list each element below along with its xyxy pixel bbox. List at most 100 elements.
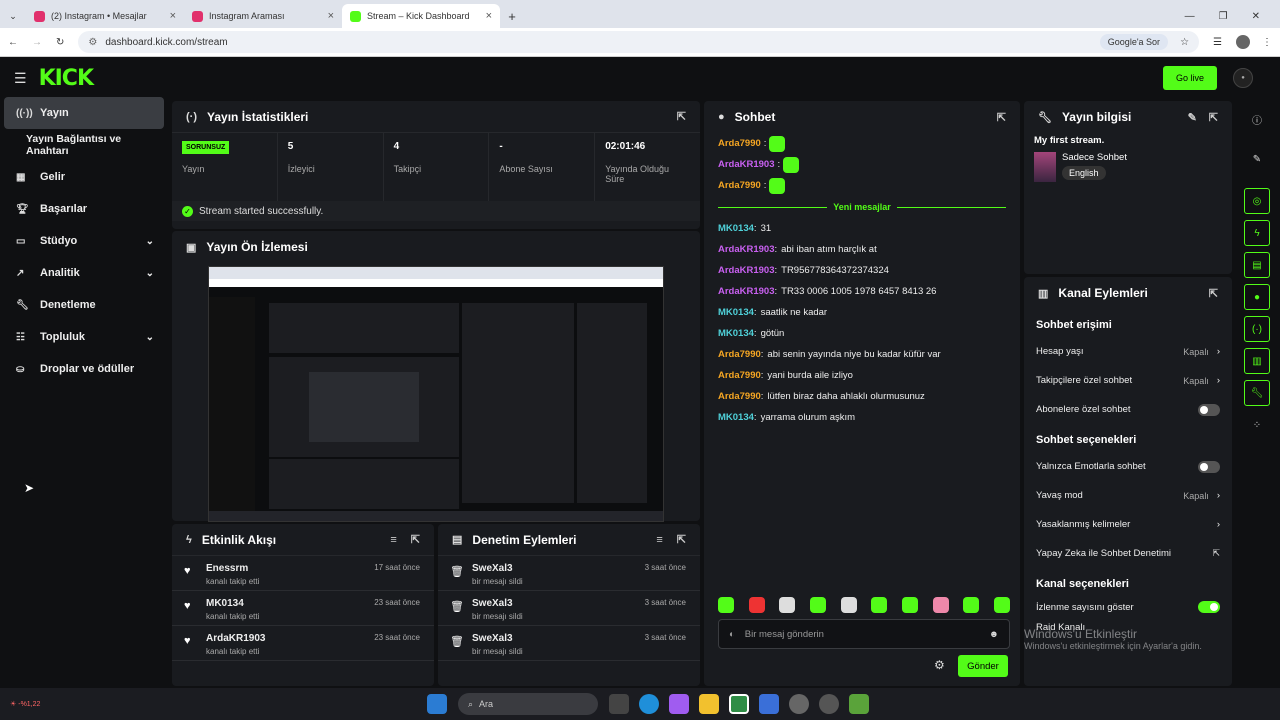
popout-icon[interactable]: ⇱ <box>1209 287 1218 300</box>
emote-icon[interactable] <box>963 597 980 613</box>
emote-icon[interactable] <box>718 597 734 613</box>
camera-icon[interactable]: ◎ <box>1244 188 1270 214</box>
followers-only-setting[interactable]: Takipçilere özel sohbet Kapalı › <box>1024 366 1232 395</box>
chat-username[interactable]: Arda7990 <box>718 370 761 381</box>
minimize-icon[interactable]: — <box>1185 11 1195 22</box>
banned-words-setting[interactable]: Yasaklanmış kelimeler › <box>1024 510 1232 539</box>
emote-icon[interactable] <box>809 597 826 613</box>
tab-menu-icon[interactable]: ⌄ <box>0 4 26 28</box>
browser-tab-kick-dashboard[interactable]: Stream – Kick Dashboard × <box>342 4 500 28</box>
account-age-setting[interactable]: Hesap yaşı Kapalı › <box>1024 337 1232 366</box>
emote-icon[interactable] <box>932 597 949 613</box>
sidebar-item-denetleme[interactable]: 🔧︎ Denetleme <box>0 289 170 321</box>
ai-moderation-setting[interactable]: Yapay Zeka ile Sohbet Denetimi ⇱ <box>1024 539 1232 568</box>
new-tab-icon[interactable]: + <box>500 4 524 28</box>
viewer-count-toggle[interactable] <box>1198 601 1220 613</box>
browser-tab-instagram-messages[interactable]: (2) Instagram • Mesajlar × <box>26 4 184 28</box>
emote-icon[interactable] <box>840 597 857 613</box>
close-icon[interactable]: × <box>486 10 492 22</box>
user-avatar[interactable]: ● <box>1233 68 1253 88</box>
stream-icon[interactable]: (·) <box>1244 316 1270 342</box>
browser-tab-instagram-search[interactable]: Instagram Araması × <box>184 4 342 28</box>
popout-icon[interactable]: ⇱ <box>1209 111 1218 124</box>
popout-icon[interactable]: ⇱ <box>677 110 686 123</box>
file-explorer-icon[interactable] <box>699 694 719 714</box>
close-icon[interactable]: × <box>328 10 334 22</box>
emotes-only-toggle[interactable] <box>1198 460 1220 473</box>
taskbar-search[interactable]: ⌕ Ara <box>458 693 598 715</box>
chat-username[interactable]: MK0134 <box>718 328 754 339</box>
stream-preview-video[interactable] <box>208 266 664 522</box>
back-icon[interactable]: ← <box>8 37 18 48</box>
emote-icon[interactable] <box>871 597 888 613</box>
chat-username[interactable]: Arda7990 <box>718 391 761 402</box>
wrench-icon[interactable]: 🔧︎ <box>1244 380 1270 406</box>
popout-icon[interactable]: ⇱ <box>997 111 1006 124</box>
copilot-icon[interactable] <box>669 694 689 714</box>
kick-logo[interactable]: KICK <box>39 66 94 91</box>
add-widget-icon[interactable]: ⁘ <box>1244 412 1270 438</box>
reload-icon[interactable]: ↻ <box>56 37 64 48</box>
app-icon[interactable] <box>849 694 869 714</box>
chat-username[interactable]: Arda7990 <box>718 349 761 360</box>
edit-icon[interactable]: ✎ <box>1188 111 1197 124</box>
chat-username[interactable]: Arda7990 <box>718 180 761 191</box>
chat-username[interactable]: MK0134 <box>718 412 754 423</box>
close-icon[interactable]: × <box>170 10 176 22</box>
chat-username[interactable]: Arda7990 <box>718 138 761 149</box>
close-window-icon[interactable]: ✕ <box>1252 11 1260 22</box>
filter-icon[interactable]: ≡ <box>390 534 396 546</box>
filter-icon[interactable]: ≡ <box>656 534 662 546</box>
site-info-icon[interactable]: ⚙ <box>88 37 97 48</box>
subs-only-toggle[interactable] <box>1198 403 1220 416</box>
hamburger-menu-icon[interactable]: ☰ <box>14 70 27 87</box>
sidebar-item-analitik[interactable]: ↗ Analitik ⌄ <box>0 257 170 289</box>
profile-avatar[interactable] <box>1236 35 1250 49</box>
maximize-icon[interactable]: ❐ <box>1219 11 1228 22</box>
task-view-icon[interactable] <box>609 694 629 714</box>
send-button[interactable]: Gönder <box>958 655 1008 677</box>
chrome-icon[interactable] <box>729 694 749 714</box>
browser-menu-icon[interactable]: ⋮ <box>1262 37 1272 48</box>
popout-icon[interactable]: ⇱ <box>677 533 686 546</box>
sidebar-item-droplar[interactable]: ⛀ Droplar ve ödüller <box>0 353 170 385</box>
emote-icon[interactable] <box>993 597 1010 613</box>
sidebar-item-studyo[interactable]: ▭ Stüdyo ⌄ <box>0 225 170 257</box>
forward-icon[interactable]: → <box>32 37 42 48</box>
chat-username[interactable]: ArdaKR1903 <box>718 244 775 255</box>
chat-settings-icon[interactable]: ⚙ <box>934 658 945 672</box>
info-icon[interactable]: ⓘ <box>1244 106 1270 132</box>
emoji-picker-icon[interactable]: ☻ <box>989 629 999 640</box>
bookmark-star-icon[interactable]: ☆ <box>1180 37 1189 48</box>
emote-icon[interactable] <box>748 597 765 613</box>
sidebar-item-stream-key[interactable]: Yayın Bağlantısı ve Anahtarı <box>0 129 170 161</box>
emote-icon[interactable] <box>779 597 796 613</box>
chat-icon[interactable]: ● <box>1244 284 1270 310</box>
sidebar-item-basarilar[interactable]: 🏆︎ Başarılar <box>0 193 170 225</box>
emote-icon[interactable] <box>901 597 918 613</box>
edge-icon[interactable] <box>639 694 659 714</box>
go-live-button[interactable]: Go live <box>1163 66 1217 90</box>
sidebar-item-yayin[interactable]: ((·)) Yayın <box>4 97 164 129</box>
sidebar-item-topluluk[interactable]: ☷ Topluluk ⌄ <box>0 321 170 353</box>
sidebar-item-gelir[interactable]: ▦ Gelir <box>0 161 170 193</box>
chat-username[interactable]: MK0134 <box>718 307 754 318</box>
settings-icon[interactable] <box>789 694 809 714</box>
chat-input[interactable]: ◐ Bir mesaj gönderin ☻ <box>718 619 1010 649</box>
windows-start-icon[interactable] <box>427 694 447 714</box>
popout-icon[interactable]: ⇱ <box>411 533 420 546</box>
weather-widget[interactable]: ☀ -%1,22 <box>0 700 60 708</box>
obs-icon[interactable] <box>819 694 839 714</box>
url-input[interactable]: ⚙ dashboard.kick.com/stream Google'a Sor… <box>78 31 1200 53</box>
slow-mode-setting[interactable]: Yavaş mod Kapalı › <box>1024 481 1232 510</box>
pencil-icon[interactable]: ✎ <box>1244 146 1270 172</box>
chat-username[interactable]: ArdaKR1903 <box>718 286 775 297</box>
chat-username[interactable]: MK0134 <box>718 223 754 234</box>
bolt-icon[interactable]: ϟ <box>1244 220 1270 246</box>
chat-username[interactable]: ArdaKR1903 <box>718 159 775 170</box>
document-icon[interactable]: ▤ <box>1244 252 1270 278</box>
store-icon[interactable] <box>759 694 779 714</box>
chat-username[interactable]: ArdaKR1903 <box>718 265 775 276</box>
google-sor-button[interactable]: Google'a Sor <box>1099 34 1169 50</box>
media-icon[interactable]: ☰ <box>1213 37 1222 48</box>
